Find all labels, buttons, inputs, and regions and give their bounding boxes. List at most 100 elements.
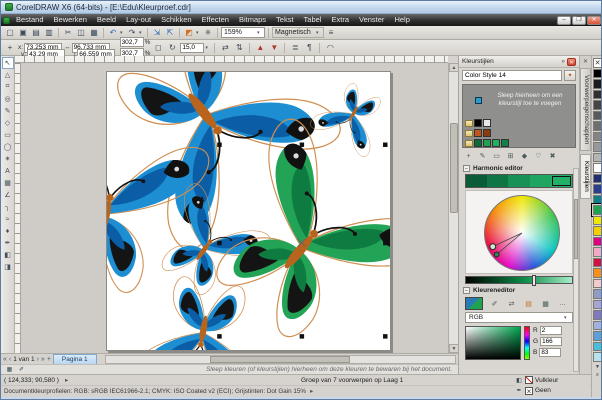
zoom-level-combo[interactable]: 159% ▾: [221, 27, 265, 38]
palette-color-swatch[interactable]: [593, 216, 602, 226]
palette-color-swatch[interactable]: [593, 69, 602, 79]
wrap-icon[interactable]: ¶: [303, 42, 315, 54]
save-icon[interactable]: ▤: [30, 27, 42, 39]
delete-icon[interactable]: ✖: [547, 151, 558, 162]
canvas-vertical-scrollbar[interactable]: ▲ ▼: [448, 63, 458, 353]
style-from-selection-icon[interactable]: ✎: [477, 151, 488, 162]
more-icon[interactable]: …: [557, 298, 568, 309]
pick-tool[interactable]: ↖: [2, 57, 14, 69]
palette-color-swatch[interactable]: [593, 310, 602, 320]
brightness-thumb[interactable]: [532, 275, 536, 286]
harmony-segment[interactable]: [551, 175, 572, 187]
export-icon[interactable]: ⇱: [164, 27, 176, 39]
tab-color-styles[interactable]: Kleurstijlen: [580, 154, 591, 199]
application-launcher-icon[interactable]: ◩: [183, 27, 195, 39]
style-swatch[interactable]: [501, 139, 509, 147]
redo-dropdown-icon[interactable]: ▾: [139, 30, 144, 36]
docker-close-icon[interactable]: ✕: [567, 58, 576, 66]
launcher-dropdown-icon[interactable]: ▾: [196, 30, 201, 36]
tag-icon[interactable]: ◆: [519, 151, 530, 162]
open-icon[interactable]: ▣: [17, 27, 29, 39]
harmony-segment[interactable]: [466, 175, 487, 187]
document-palette-icon[interactable]: ▦: [5, 365, 14, 374]
docker-collapse-icon[interactable]: »: [561, 58, 565, 65]
menu-item[interactable]: Extra: [326, 14, 354, 26]
close-icon[interactable]: ✕: [587, 16, 601, 25]
style-options-icon[interactable]: ✦: [564, 70, 576, 81]
first-page-icon[interactable]: «: [3, 356, 7, 363]
palette-color-swatch[interactable]: [593, 163, 602, 173]
freehand-tool[interactable]: ✎: [2, 105, 14, 117]
style-swatch[interactable]: [474, 129, 482, 137]
g-input[interactable]: [540, 337, 562, 346]
no-color-swatch[interactable]: ✕: [593, 58, 602, 68]
r-input[interactable]: [540, 326, 562, 335]
fill-color-swatch[interactable]: [525, 376, 533, 384]
style-swatch[interactable]: [474, 119, 482, 127]
selection-handle[interactable]: [217, 143, 221, 147]
color-style-drop-area[interactable]: Sleep hierheen om een kleurstijl toe te …: [462, 84, 576, 148]
import-icon[interactable]: ⇲: [151, 27, 163, 39]
palette-color-swatch[interactable]: [593, 237, 602, 247]
blend-tool[interactable]: ≈: [2, 213, 14, 225]
style-swatch[interactable]: [483, 139, 491, 147]
palette-color-swatch[interactable]: [593, 90, 602, 100]
options-icon[interactable]: ≡: [325, 27, 337, 39]
menu-item[interactable]: Bestand: [11, 14, 49, 26]
minimize-icon[interactable]: –: [557, 16, 571, 25]
palette-eyedropper-icon[interactable]: ✐: [17, 365, 26, 374]
palette-color-swatch[interactable]: [593, 79, 602, 89]
dimension-tool[interactable]: ∠: [2, 189, 14, 201]
profiles-expand-icon[interactable]: ▸: [310, 388, 313, 395]
canvas-horizontal-scrollbar[interactable]: [105, 355, 456, 364]
palette-color-swatch[interactable]: [593, 247, 602, 257]
menu-item[interactable]: Bitmaps: [234, 14, 271, 26]
palette-color-swatch[interactable]: [593, 111, 602, 121]
tab-object-properties[interactable]: Voorwerpeigenschappen: [580, 68, 591, 151]
connector-tool[interactable]: ┐: [2, 201, 14, 213]
palette-scroll-down-icon[interactable]: ▼: [595, 364, 600, 370]
selection-handle[interactable]: [383, 334, 387, 338]
expand-icon[interactable]: ▸: [65, 376, 68, 384]
menu-item[interactable]: Tekst: [271, 14, 299, 26]
saturation-value-square[interactable]: [465, 326, 521, 360]
folder-icon[interactable]: [465, 130, 473, 137]
cut-icon[interactable]: ✂: [62, 27, 74, 39]
harmony-segment[interactable]: [487, 175, 508, 187]
menu-item[interactable]: Schikken: [156, 14, 196, 26]
hscroll-thumb[interactable]: [210, 356, 350, 363]
zoom-tool[interactable]: ◎: [2, 93, 14, 105]
palette-color-swatch[interactable]: [593, 100, 602, 110]
ellipse-tool[interactable]: ◯: [2, 141, 14, 153]
selection-handle[interactable]: [300, 334, 304, 338]
palette-color-swatch[interactable]: [593, 195, 602, 205]
palette-color-swatch[interactable]: [593, 352, 602, 362]
style-swatch[interactable]: [483, 119, 491, 127]
welcome-screen-icon[interactable]: ✳: [202, 27, 214, 39]
palette-color-swatch[interactable]: [593, 205, 602, 215]
table-tool[interactable]: ▦: [2, 177, 14, 189]
copy-icon[interactable]: ◫: [75, 27, 87, 39]
last-page-icon[interactable]: »: [41, 356, 45, 363]
mixers-icon[interactable]: ▦: [540, 298, 551, 309]
page-tab[interactable]: Pagina 1: [53, 354, 97, 364]
new-document-icon[interactable]: ▢: [4, 27, 16, 39]
collapse-section-icon[interactable]: −: [463, 165, 470, 172]
color-eyedropper-tool[interactable]: ♦: [2, 225, 14, 237]
style-name-input[interactable]: [462, 70, 562, 81]
palette-options-icon[interactable]: ≡: [596, 372, 599, 378]
outline-color-swatch[interactable]: [525, 387, 533, 395]
palette-color-swatch[interactable]: [593, 174, 602, 184]
palette-color-swatch[interactable]: [593, 142, 602, 152]
polygon-tool[interactable]: ✶: [2, 153, 14, 165]
palette-color-swatch[interactable]: [593, 268, 602, 278]
harmony-segment[interactable]: [508, 175, 529, 187]
brightness-slider[interactable]: [465, 276, 573, 284]
canvas[interactable]: [21, 63, 448, 353]
add-page-icon[interactable]: +: [47, 356, 51, 363]
paste-icon[interactable]: ▦: [88, 27, 100, 39]
palette-color-swatch[interactable]: [593, 121, 602, 131]
b-input[interactable]: [539, 348, 561, 357]
print-icon[interactable]: ▥: [43, 27, 55, 39]
interactive-fill-tool[interactable]: ◨: [2, 261, 14, 273]
